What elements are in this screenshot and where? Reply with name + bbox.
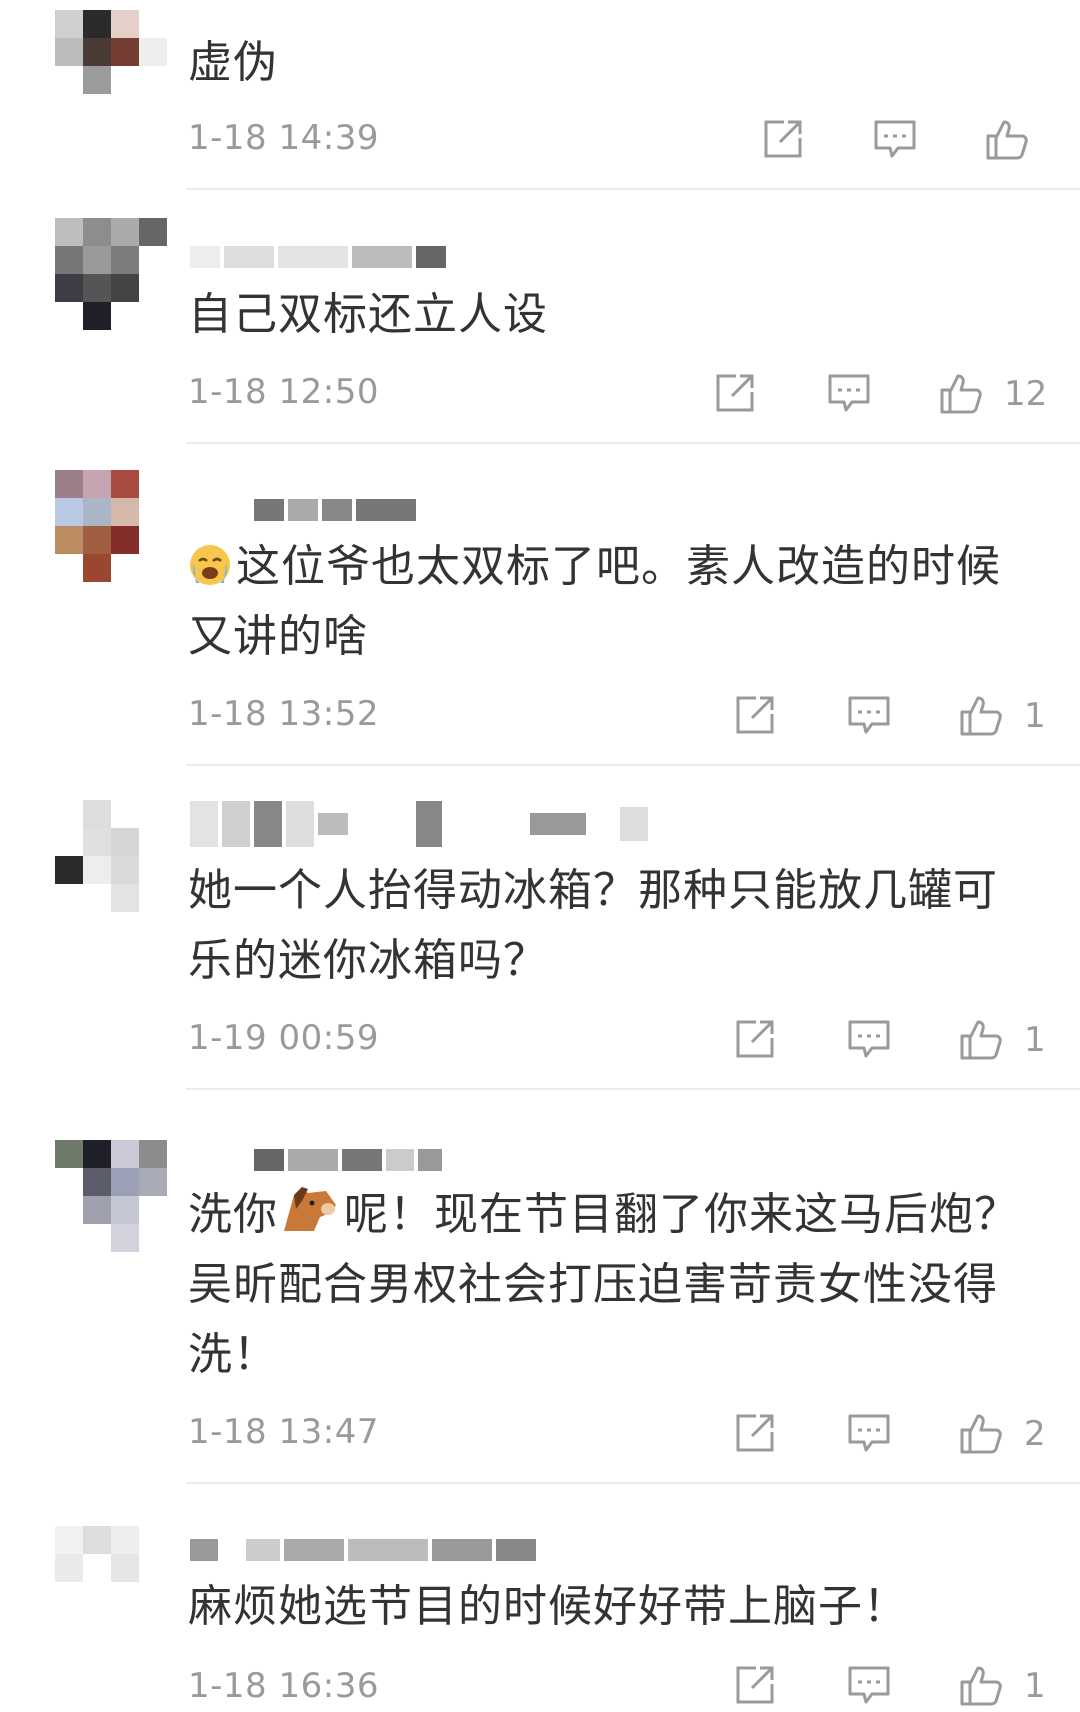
comment-time: 1-19 00:59 xyxy=(188,1018,379,1058)
comment-time: 1-18 14:39 xyxy=(188,118,379,158)
divider xyxy=(186,1088,1080,1090)
comment-text: 这位爷也太双标了吧。素人改造的时候又讲的啥 xyxy=(188,532,1028,672)
share-icon xyxy=(716,374,754,412)
comment-icon xyxy=(874,120,916,158)
share-button[interactable] xyxy=(732,1016,782,1066)
comment-icon xyxy=(848,1020,890,1058)
reply-button[interactable] xyxy=(846,1410,896,1460)
like-button[interactable] xyxy=(984,116,1034,166)
share-button[interactable] xyxy=(712,370,762,420)
comment-time: 1-18 13:52 xyxy=(188,694,379,734)
comment-icon xyxy=(848,1666,890,1704)
avatar[interactable] xyxy=(55,10,167,150)
like-count: 1 xyxy=(1024,1666,1046,1706)
comment-actions: 1 xyxy=(732,1662,1052,1712)
comment-text-part1: 洗你 xyxy=(188,1189,278,1240)
share-icon xyxy=(764,120,802,158)
comment-actions: 2 xyxy=(732,1410,1052,1460)
share-icon xyxy=(736,1666,774,1704)
share-button[interactable] xyxy=(732,692,782,742)
comment-icon xyxy=(848,696,890,734)
comment-text: 自己双标还立人设 xyxy=(188,289,548,340)
thumbs-up-icon xyxy=(986,120,1028,160)
comment-text: 虚伪 xyxy=(188,37,278,88)
reply-button[interactable] xyxy=(826,370,876,420)
username-blurred[interactable] xyxy=(190,245,446,269)
comment-text: 她一个人抬得动冰箱？那种只能放几罐可乐的迷你冰箱吗？ xyxy=(188,865,998,986)
share-icon xyxy=(736,696,774,734)
thumbs-up-icon xyxy=(960,696,1002,736)
reply-button[interactable] xyxy=(872,116,922,166)
share-icon xyxy=(736,1414,774,1452)
comment-actions: 1 xyxy=(732,1016,1052,1066)
crying-face-emoji xyxy=(188,538,232,585)
username-blurred[interactable] xyxy=(190,1148,442,1172)
like-count: 2 xyxy=(1024,1414,1046,1454)
comment-icon xyxy=(848,1414,890,1452)
comment-text: 洗你 呢！现在节目翻了你来这马后炮？吴昕配合男权社会打压迫害苛责女性没得洗！ xyxy=(188,1180,1028,1390)
comment-time: 1-18 16:36 xyxy=(188,1666,379,1706)
avatar[interactable] xyxy=(55,470,167,610)
comment-actions xyxy=(760,116,1060,166)
like-button[interactable] xyxy=(958,1662,1008,1712)
reply-button[interactable] xyxy=(846,1662,896,1712)
like-button[interactable] xyxy=(958,1410,1008,1460)
comment-text: 麻烦她选节目的时候好好带上脑子！ xyxy=(188,1581,908,1632)
comment-actions: 1 xyxy=(732,692,1052,742)
like-button[interactable] xyxy=(938,370,988,420)
divider xyxy=(186,764,1080,766)
divider xyxy=(186,1482,1080,1484)
avatar[interactable] xyxy=(55,218,167,358)
thumbs-up-icon xyxy=(960,1414,1002,1454)
divider xyxy=(186,188,1080,190)
username-blurred[interactable] xyxy=(190,801,648,847)
comment-time: 1-18 12:50 xyxy=(188,372,379,412)
like-button[interactable] xyxy=(958,1016,1008,1066)
thumbs-up-icon xyxy=(960,1020,1002,1060)
like-count: 1 xyxy=(1024,696,1046,736)
comment-icon xyxy=(828,374,870,412)
reply-button[interactable] xyxy=(846,692,896,742)
comment-actions: 12 xyxy=(712,370,1052,420)
like-count: 12 xyxy=(1004,374,1048,414)
share-button[interactable] xyxy=(732,1410,782,1460)
share-icon xyxy=(736,1020,774,1058)
divider xyxy=(186,442,1080,444)
share-button[interactable] xyxy=(732,1662,782,1712)
avatar[interactable] xyxy=(55,1526,167,1666)
username-blurred[interactable] xyxy=(190,498,416,522)
thumbs-up-icon xyxy=(960,1666,1002,1706)
username-blurred[interactable] xyxy=(190,1538,536,1562)
comment-time: 1-18 13:47 xyxy=(188,1412,379,1452)
share-button[interactable] xyxy=(760,116,810,166)
horse-face-emoji xyxy=(278,1185,340,1235)
thumbs-up-icon xyxy=(940,374,982,414)
comment-text-body: 这位爷也太双标了吧。素人改造的时候又讲的啥 xyxy=(188,541,1001,662)
like-button[interactable] xyxy=(958,692,1008,742)
reply-button[interactable] xyxy=(846,1016,896,1066)
avatar[interactable] xyxy=(55,800,167,940)
avatar[interactable] xyxy=(55,1140,167,1280)
like-count: 1 xyxy=(1024,1020,1046,1060)
